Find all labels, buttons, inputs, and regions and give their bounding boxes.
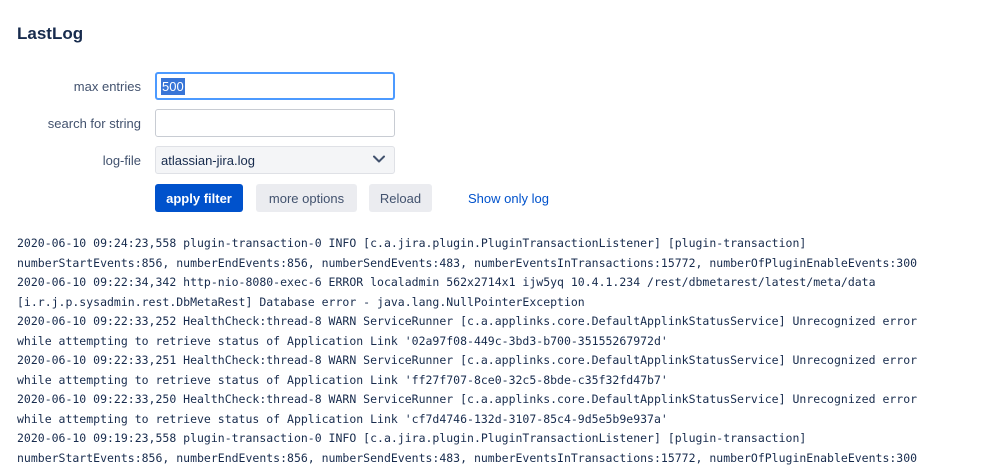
log-line: 2020-06-10 09:24:23,558 plugin-transacti… <box>17 234 999 254</box>
logfile-label: log-file <box>0 153 141 168</box>
log-output: 2020-06-10 09:24:23,558 plugin-transacti… <box>17 234 999 468</box>
max-entries-value: 500 <box>161 78 185 95</box>
log-line: while attempting to retrieve status of A… <box>17 410 999 430</box>
log-line: while attempting to retrieve status of A… <box>17 371 999 391</box>
search-label-wrap: search for string <box>0 109 141 137</box>
logfile-label-wrap: log-file <box>0 146 141 174</box>
log-line: [i.r.j.p.sysadmin.rest.DbMetaRest] Datab… <box>17 293 999 313</box>
log-line: 2020-06-10 09:22:33,252 HealthCheck:thre… <box>17 312 999 332</box>
page-title: LastLog <box>17 24 83 44</box>
search-label: search for string <box>0 116 141 131</box>
max-entries-label-wrap: max entries <box>0 72 141 100</box>
more-options-button[interactable]: more options <box>256 184 357 212</box>
log-line: 2020-06-10 09:22:33,251 HealthCheck:thre… <box>17 351 999 371</box>
log-line: 2020-06-10 09:22:33,250 HealthCheck:thre… <box>17 390 999 410</box>
logfile-select[interactable]: atlassian-jira.log <box>155 146 395 174</box>
log-line: 2020-06-10 09:22:34,342 http-nio-8080-ex… <box>17 273 999 293</box>
log-line: numberStartEvents:856, numberEndEvents:8… <box>17 254 999 274</box>
chevron-down-icon <box>372 152 386 166</box>
show-only-log-link[interactable]: Show only log <box>468 184 549 212</box>
reload-button[interactable]: Reload <box>369 184 432 212</box>
search-input[interactable] <box>155 109 395 137</box>
max-entries-label: max entries <box>0 79 141 94</box>
log-line: while attempting to retrieve status of A… <box>17 332 999 352</box>
log-line: 2020-06-10 09:19:23,558 plugin-transacti… <box>17 429 999 449</box>
log-line: numberStartEvents:856, numberEndEvents:8… <box>17 449 999 468</box>
apply-filter-button[interactable]: apply filter <box>155 184 243 212</box>
max-entries-input[interactable]: 500 <box>155 72 395 100</box>
logfile-selected-value: atlassian-jira.log <box>161 153 255 168</box>
